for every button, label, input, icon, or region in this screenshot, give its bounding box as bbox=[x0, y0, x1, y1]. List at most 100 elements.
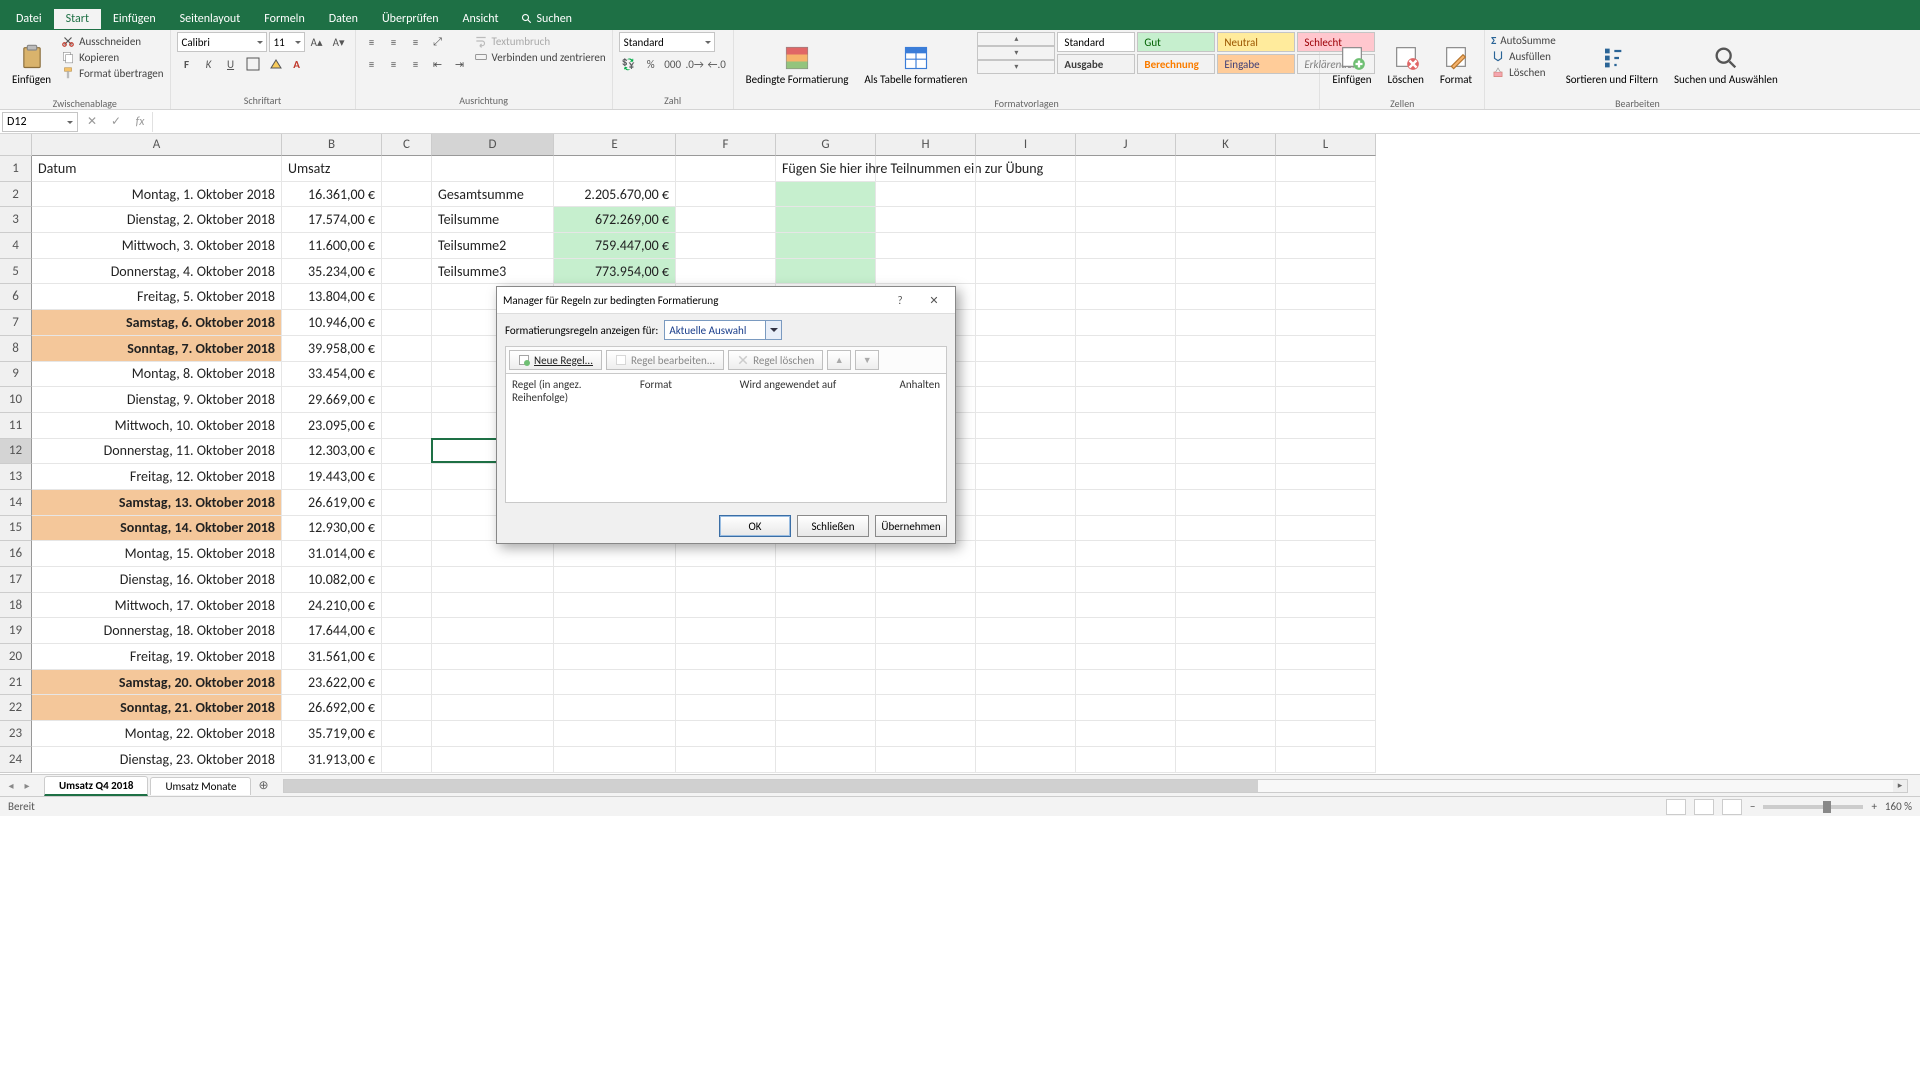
shrink-font-button[interactable]: A▾ bbox=[329, 32, 349, 52]
format-cells-button[interactable]: Format bbox=[1434, 32, 1478, 96]
sort-filter-button[interactable]: Sortieren und Filtern bbox=[1560, 32, 1664, 96]
align-right-button[interactable]: ≡ bbox=[406, 54, 426, 74]
fill-button[interactable]: Ausfüllen bbox=[1491, 49, 1556, 63]
underline-button[interactable]: U bbox=[221, 54, 241, 74]
sheet-nav[interactable]: ◂▸ bbox=[4, 779, 34, 792]
zoom-level[interactable]: 160 % bbox=[1885, 800, 1912, 813]
align-bottom-button[interactable]: ≡ bbox=[406, 32, 426, 52]
worksheet-grid[interactable]: ABCDEFGHIJKL 123456789101112131415161718… bbox=[0, 134, 1920, 774]
edit-rule-button[interactable]: Regel bearbeiten... bbox=[606, 350, 724, 370]
move-rule-up-button[interactable]: ▲ bbox=[827, 350, 851, 370]
group-number: Standard 💱 % 000 .0→ ←.0 Zahl bbox=[613, 30, 734, 109]
new-rule-button[interactable]: Neue Regel... bbox=[509, 350, 602, 370]
col-format: Format bbox=[640, 378, 740, 404]
style-standard[interactable]: Standard bbox=[1057, 32, 1135, 52]
style-neutral[interactable]: Neutral bbox=[1217, 32, 1295, 52]
ribbon-tab-ansicht[interactable]: Ansicht bbox=[451, 9, 511, 29]
indent-dec-button[interactable]: ⇤ bbox=[428, 54, 448, 74]
view-page-break-button[interactable] bbox=[1722, 799, 1742, 815]
rules-list[interactable]: Regel (in angez. Reihenfolge) Format Wir… bbox=[505, 373, 947, 503]
dec-decimal-button[interactable]: ←.0 bbox=[707, 54, 727, 74]
inc-decimal-button[interactable]: .0→ bbox=[685, 54, 705, 74]
style-berechnung[interactable]: Berechnung bbox=[1137, 54, 1215, 74]
copy-button[interactable]: Kopieren bbox=[61, 50, 163, 64]
align-left-button[interactable]: ≡ bbox=[362, 54, 382, 74]
ribbon-tab-seitenlayout[interactable]: Seitenlayout bbox=[168, 9, 253, 29]
group-label: Bearbeiten bbox=[1491, 96, 1784, 112]
show-rules-for-label: Formatierungsregeln anzeigen für: bbox=[505, 324, 658, 337]
percent-button[interactable]: % bbox=[641, 54, 661, 74]
zoom-slider[interactable] bbox=[1763, 805, 1863, 809]
new-sheet-button[interactable]: ⊕ bbox=[253, 777, 273, 795]
accounting-button[interactable]: 💱 bbox=[619, 54, 639, 74]
align-middle-button[interactable]: ≡ bbox=[384, 32, 404, 52]
sheet-tab-2[interactable]: Umsatz Monate bbox=[150, 777, 251, 795]
ribbon-tab-überprüfen[interactable]: Überprüfen bbox=[370, 9, 451, 29]
ribbon-tab-formeln[interactable]: Formeln bbox=[252, 9, 316, 29]
dialog-close-button[interactable]: ✕ bbox=[919, 291, 949, 309]
ribbon-tab-start[interactable]: Start bbox=[54, 9, 101, 29]
view-normal-button[interactable] bbox=[1666, 799, 1686, 815]
zoom-out-button[interactable]: − bbox=[1750, 800, 1755, 813]
paste-button[interactable]: Einfügen bbox=[6, 32, 57, 96]
ribbon-tab-daten[interactable]: Daten bbox=[317, 9, 370, 29]
wrap-text-button[interactable]: Textumbruch bbox=[474, 34, 606, 48]
show-rules-for-combo[interactable]: Aktuelle Auswahl bbox=[664, 320, 782, 340]
ribbon-tabs: DateiStartEinfügenSeitenlayoutFormelnDat… bbox=[0, 8, 1920, 30]
delete-cells-button[interactable]: Löschen bbox=[1382, 32, 1430, 96]
font-size-combo[interactable]: 11 bbox=[269, 32, 305, 52]
format-painter-button[interactable]: Format übertragen bbox=[61, 66, 163, 80]
style-ausgabe[interactable]: Ausgabe bbox=[1057, 54, 1135, 74]
conditional-formatting-button[interactable]: Bedingte Formatierung bbox=[740, 32, 855, 96]
insert-function-icon[interactable]: fx bbox=[128, 112, 152, 132]
move-rule-down-button[interactable]: ▼ bbox=[855, 350, 879, 370]
view-page-layout-button[interactable] bbox=[1694, 799, 1714, 815]
insert-cells-button[interactable]: Einfügen bbox=[1326, 32, 1377, 96]
apply-button[interactable]: Übernehmen bbox=[875, 515, 947, 537]
bold-button[interactable]: F bbox=[177, 54, 197, 74]
borders-button[interactable] bbox=[243, 54, 263, 74]
align-center-button[interactable]: ≡ bbox=[384, 54, 404, 74]
formula-input[interactable] bbox=[152, 112, 1920, 132]
comma-button[interactable]: 000 bbox=[663, 54, 683, 74]
clear-button[interactable]: Löschen bbox=[1491, 65, 1556, 79]
horizontal-scrollbar[interactable]: ◂▸ bbox=[283, 779, 1908, 793]
indent-inc-button[interactable]: ⇥ bbox=[450, 54, 470, 74]
style-eingabe[interactable]: Eingabe bbox=[1217, 54, 1295, 74]
gallery-more[interactable]: ▾ bbox=[977, 60, 1055, 74]
cut-button[interactable]: Ausschneiden bbox=[61, 34, 163, 48]
conditional-formatting-rules-manager-dialog: Manager für Regeln zur bedingten Formati… bbox=[496, 286, 956, 544]
merge-center-button[interactable]: Verbinden und zentrieren bbox=[474, 50, 606, 64]
close-button[interactable]: Schließen bbox=[797, 515, 869, 537]
cancel-formula-icon[interactable]: ✕ bbox=[80, 112, 104, 132]
italic-button[interactable]: K bbox=[199, 54, 219, 74]
enter-formula-icon[interactable]: ✓ bbox=[104, 112, 128, 132]
group-label: Schriftart bbox=[177, 93, 349, 109]
name-box[interactable]: D12 bbox=[2, 112, 78, 132]
zoom-in-button[interactable]: + bbox=[1871, 800, 1876, 813]
group-styles: Bedingte Formatierung Als Tabelle format… bbox=[734, 30, 1321, 109]
align-top-button[interactable]: ≡ bbox=[362, 32, 382, 52]
delete-rule-button[interactable]: Regel löschen bbox=[728, 350, 823, 370]
orientation-button[interactable]: ⤢ bbox=[428, 32, 448, 52]
font-name-combo[interactable]: Calibri bbox=[177, 32, 267, 52]
grow-font-button[interactable]: A▴ bbox=[307, 32, 327, 52]
sheet-tab-1[interactable]: Umsatz Q4 2018 bbox=[44, 776, 148, 796]
font-color-button[interactable]: A bbox=[287, 54, 307, 74]
fill-color-button[interactable] bbox=[265, 54, 285, 74]
gallery-down[interactable]: ▾ bbox=[977, 46, 1055, 60]
ribbon-tab-einfügen[interactable]: Einfügen bbox=[101, 9, 168, 29]
cell-styles-gallery[interactable]: Standard Gut Neutral Schlecht ▴▾▾ Ausgab… bbox=[977, 32, 1313, 74]
autosum-button[interactable]: ΣAutoSumme bbox=[1491, 34, 1556, 47]
format-as-table-button[interactable]: Als Tabelle formatieren bbox=[858, 32, 973, 96]
ribbon-tab-datei[interactable]: Datei bbox=[4, 9, 54, 29]
tell-me-search[interactable]: Suchen bbox=[511, 12, 582, 26]
dialog-help-button[interactable]: ? bbox=[885, 291, 915, 309]
group-alignment: ≡ ≡ ≡ ⤢ ≡ ≡ ≡ ⇤ ⇥ Textumbruch Verbinden … bbox=[356, 30, 613, 109]
number-format-combo[interactable]: Standard bbox=[619, 32, 715, 52]
gallery-up[interactable]: ▴ bbox=[977, 32, 1055, 46]
ok-button[interactable]: OK bbox=[719, 515, 791, 537]
style-gut[interactable]: Gut bbox=[1137, 32, 1215, 52]
find-select-button[interactable]: Suchen und Auswählen bbox=[1668, 32, 1784, 96]
col-rule: Regel (in angez. Reihenfolge) bbox=[512, 378, 640, 404]
